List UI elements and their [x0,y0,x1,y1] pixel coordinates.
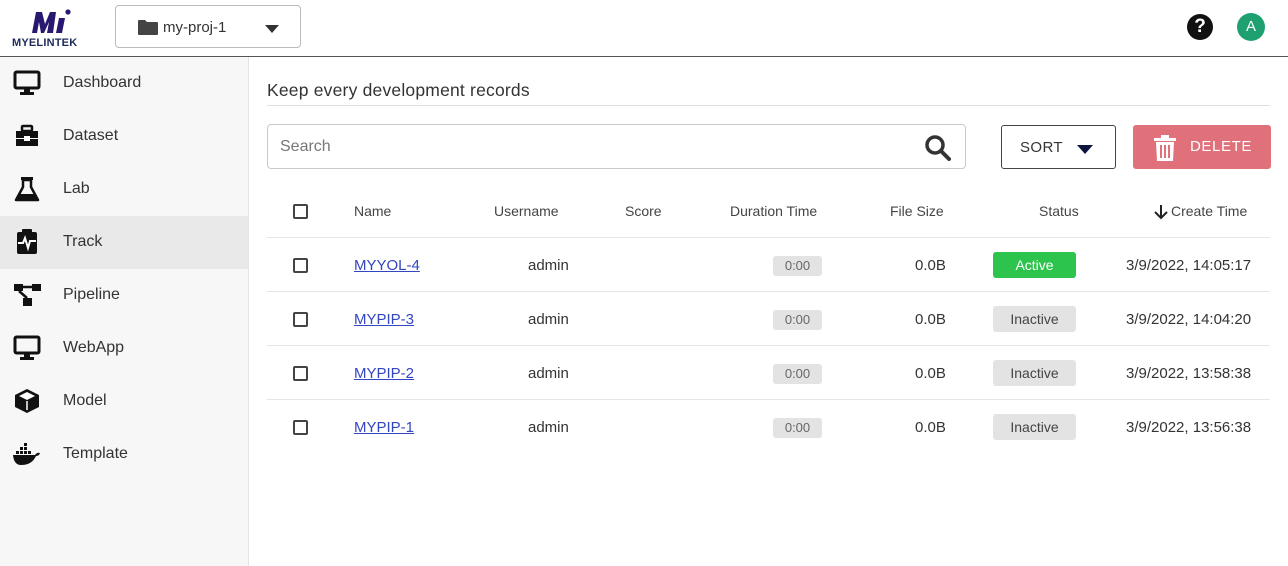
sidebar-item-dataset[interactable]: Dataset [0,110,248,163]
sidebar-item-label: Lab [63,180,90,197]
sidebar-item-track[interactable]: Track [0,216,248,269]
record-create-time: 3/9/2022, 14:04:20 [1126,311,1252,328]
docker-icon [13,443,40,465]
record-username: admin [528,257,569,274]
sort-button[interactable]: SORT [1001,125,1116,169]
table-row: MYPIP-1 admin 0:00 0.0B Inactive 3/9/202… [267,401,1270,454]
folder-icon [138,20,158,35]
delete-button[interactable]: DELETE [1133,125,1271,169]
header-file-size[interactable]: File Size [890,185,944,238]
status-badge: Inactive [993,414,1076,440]
page-title: Keep every development records [267,80,530,100]
monitor-icon [13,335,41,360]
header-status[interactable]: Status [1039,185,1079,238]
record-username: admin [528,365,569,382]
record-create-time: 3/9/2022, 14:05:17 [1126,257,1252,274]
flask-icon [14,177,40,202]
record-username: admin [528,419,569,436]
sidebar-item-label: Model [63,392,107,409]
header-name[interactable]: Name [354,185,391,238]
project-select[interactable]: my-proj-1 [115,5,301,48]
record-create-time: 3/9/2022, 13:56:38 [1126,419,1252,436]
record-file-size: 0.0B [915,257,946,274]
record-file-size: 0.0B [915,311,946,328]
sidebar-item-pipeline[interactable]: Pipeline [0,269,248,322]
record-file-size: 0.0B [915,419,946,436]
duration-badge: 0:00 [773,364,822,384]
sidebar-item-label: Template [63,445,128,462]
monitor-icon [13,70,41,95]
top-bar: MYELINTEK my-proj-1 ? A [0,0,1288,57]
help-icon[interactable]: ? [1187,14,1213,40]
record-create-time: 3/9/2022, 13:58:38 [1126,365,1252,382]
delete-label: DELETE [1190,138,1252,155]
record-name-link[interactable]: MYPIP-3 [354,293,414,346]
sort-label: SORT [1020,139,1063,156]
avatar[interactable]: A [1237,13,1265,41]
sidebar-item-label: WebApp [63,339,125,356]
row-checkbox[interactable] [293,366,308,381]
sidebar-item-label: Dataset [63,127,119,144]
header-username[interactable]: Username [494,185,559,238]
search-box[interactable] [267,124,966,169]
table-header-row: Name Username Score Duration Time File S… [267,185,1270,238]
pipeline-icon [14,284,41,306]
record-username: admin [528,311,569,328]
sidebar-item-lab[interactable]: Lab [0,163,248,216]
record-name-link[interactable]: MYPIP-2 [354,347,414,400]
sidebar-item-dashboard[interactable]: Dashboard [0,57,248,110]
header-duration[interactable]: Duration Time [730,185,817,238]
table-row: MYPIP-2 admin 0:00 0.0B Inactive 3/9/202… [267,347,1270,400]
sidebar-item-model[interactable]: Model [0,375,248,428]
header-score[interactable]: Score [625,185,662,238]
title-divider [267,105,1270,106]
project-name: my-proj-1 [163,19,227,36]
record-name-link[interactable]: MYPIP-1 [354,401,414,454]
header-create-time[interactable]: Create Time [1171,185,1247,238]
duration-badge: 0:00 [773,310,822,330]
table-row: MYPIP-3 admin 0:00 0.0B Inactive 3/9/202… [267,293,1270,346]
sidebar-item-label: Track [63,233,103,250]
track-icon [17,229,37,254]
duration-badge: 0:00 [773,256,822,276]
status-badge: Inactive [993,306,1076,332]
select-all-checkbox[interactable] [293,204,308,219]
status-badge: Inactive [993,360,1076,386]
row-checkbox[interactable] [293,420,308,435]
row-checkbox[interactable] [293,258,308,273]
logo-text: MYELINTEK [12,37,78,49]
sidebar: Dashboard Dataset Lab Track Pipeline Web… [0,57,249,566]
search-icon[interactable] [924,134,952,162]
record-file-size: 0.0B [915,365,946,382]
row-checkbox[interactable] [293,312,308,327]
cube-icon [15,389,39,413]
sidebar-item-label: Dashboard [63,74,142,91]
record-name-link[interactable]: MYYOL-4 [354,239,420,292]
toolbox-icon [16,124,38,146]
chevron-down-icon [265,25,279,33]
status-badge: Active [993,252,1076,278]
logo-mark-icon [32,9,71,33]
myelintek-logo[interactable]: MYELINTEK [12,6,82,52]
sidebar-item-webapp[interactable]: WebApp [0,322,248,375]
sidebar-item-label: Pipeline [63,286,120,303]
chevron-down-icon [1077,145,1093,154]
search-input[interactable] [280,136,900,158]
table-row: MYYOL-4 admin 0:00 0.0B Active 3/9/2022,… [267,239,1270,292]
trash-icon [1154,135,1176,161]
sidebar-item-template[interactable]: Template [0,428,248,481]
arrow-down-icon[interactable] [1154,204,1168,220]
duration-badge: 0:00 [773,418,822,438]
